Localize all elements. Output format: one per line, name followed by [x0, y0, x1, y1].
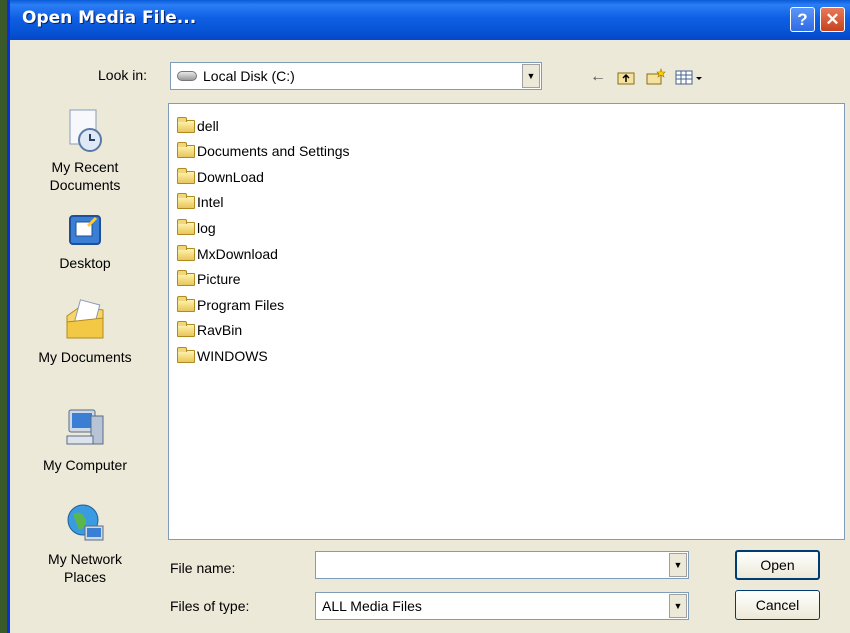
dialog-title: Open Media File... — [22, 8, 197, 28]
recent-documents-icon — [69, 109, 102, 152]
hard-disk-icon — [177, 71, 197, 81]
folder-name: MxDownload — [197, 246, 278, 262]
place-label: My Recent — [51, 159, 119, 175]
place-label: Places — [63, 569, 107, 585]
folder-icon — [177, 141, 195, 158]
my-documents-icon — [66, 299, 104, 339]
folder-icon — [177, 295, 195, 312]
help-button[interactable]: ? — [790, 7, 815, 32]
folder-icon — [177, 269, 195, 286]
open-button[interactable]: Open — [735, 550, 820, 580]
place-my-documents[interactable]: My Documents — [10, 298, 160, 366]
list-item[interactable]: Program Files — [177, 293, 284, 317]
up-folder-icon[interactable] — [614, 66, 638, 88]
folder-name: WINDOWS — [197, 348, 268, 364]
place-label: Desktop — [59, 255, 111, 271]
folder-icon — [177, 244, 195, 261]
places-bar: My Recent Documents Desktop My Documents — [10, 100, 160, 605]
list-item[interactable]: Documents and Settings — [177, 139, 350, 163]
file-name-label: File name: — [170, 560, 236, 576]
list-item[interactable]: MxDownload — [177, 242, 278, 266]
look-in-value: Local Disk (C:) — [203, 68, 295, 84]
files-of-type-label: Files of type: — [170, 598, 250, 614]
folder-icon — [177, 320, 195, 337]
file-name-input[interactable]: ▼ — [315, 551, 689, 579]
open-media-dialog: Open Media File... ? ✕ Look in: Local Di… — [7, 0, 850, 633]
my-computer-icon — [66, 409, 104, 445]
folder-name: DownLoad — [197, 169, 264, 185]
new-folder-icon[interactable] — [644, 66, 668, 88]
folder-name: Documents and Settings — [197, 143, 350, 159]
folder-icon — [177, 116, 195, 133]
place-label: Documents — [49, 177, 121, 193]
folder-name: Picture — [197, 271, 241, 287]
network-places-icon — [67, 504, 104, 541]
place-network-places[interactable]: My Network Places — [10, 502, 160, 586]
desktop-icon — [69, 215, 101, 245]
place-label: My Network — [48, 551, 122, 567]
chevron-down-icon[interactable]: ▼ — [522, 64, 540, 88]
place-recent-documents[interactable]: My Recent Documents — [10, 108, 160, 194]
place-label: My Documents — [38, 349, 132, 365]
place-desktop[interactable]: Desktop — [10, 212, 160, 272]
chevron-down-icon[interactable]: ▼ — [669, 594, 687, 618]
place-my-computer[interactable]: My Computer — [10, 406, 160, 474]
files-of-type-dropdown[interactable]: ALL Media Files ▼ — [315, 592, 689, 620]
list-item[interactable]: DownLoad — [177, 165, 264, 189]
view-menu-icon[interactable] — [674, 66, 706, 88]
folder-icon — [177, 218, 195, 235]
folder-icon — [177, 167, 195, 184]
files-of-type-value: ALL Media Files — [322, 598, 422, 614]
list-item[interactable]: Picture — [177, 267, 241, 291]
folder-name: RavBin — [197, 322, 243, 338]
folder-name: dell — [197, 118, 219, 134]
list-item[interactable]: WINDOWS — [177, 344, 268, 368]
close-button[interactable]: ✕ — [820, 7, 845, 32]
file-list[interactable]: dell Documents and Settings DownLoad Int… — [168, 103, 845, 540]
list-item[interactable]: log — [177, 216, 216, 240]
look-in-label: Look in: — [98, 67, 148, 83]
folder-name: log — [197, 220, 216, 236]
folder-icon — [177, 192, 195, 209]
folder-name: Program Files — [197, 297, 285, 313]
chevron-down-icon[interactable]: ▼ — [669, 553, 687, 577]
list-item[interactable]: Intel — [177, 190, 223, 214]
folder-name: Intel — [197, 194, 224, 210]
list-item[interactable]: RavBin — [177, 318, 242, 342]
list-item[interactable]: dell — [177, 114, 219, 138]
cancel-button[interactable]: Cancel — [735, 590, 820, 620]
back-arrow-icon[interactable]: ← — [586, 66, 610, 88]
folder-icon — [177, 346, 195, 363]
place-label: My Computer — [42, 457, 128, 473]
title-bar[interactable]: Open Media File... ? ✕ — [10, 0, 850, 40]
look-in-dropdown[interactable]: Local Disk (C:) ▼ — [170, 62, 542, 90]
